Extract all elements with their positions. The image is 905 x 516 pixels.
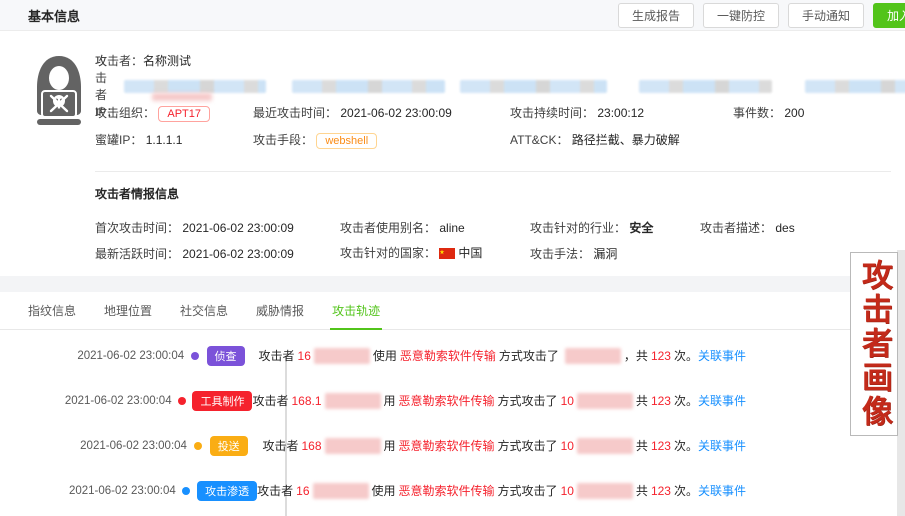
attack-phase-badge: 侦查 [207, 346, 245, 366]
redacted-ip [325, 438, 381, 454]
redacted-ip-segment [124, 80, 266, 93]
header-bar: 基本信息 生成报告 一键防控 手动通知 加入白名单 [0, 0, 905, 31]
related-events-link[interactable]: 关联事件 [698, 437, 746, 454]
event-description: 攻击者16使用 恶意勒索软件传输方式攻击了 10 共123次。 [257, 482, 698, 499]
attack-technique-value: 漏洞 [593, 247, 617, 261]
honeypot-ip-label: 蜜罐IP： [95, 133, 142, 147]
event-count-label: 事件数： [733, 106, 781, 120]
watermark-text: 攻击者画像 [857, 259, 891, 429]
china-flag-icon [439, 248, 455, 262]
event-description: 攻击者16使用 恶意勒索软件传输方式攻击了 ，共123次。 [259, 347, 698, 364]
event-timestamp: 2021-06-02 23:00:04 [0, 395, 172, 407]
last-active-time-label: 最新活跃时间： [95, 247, 179, 261]
redacted-target [565, 348, 621, 364]
attack-duration-value: 23:00:12 [597, 106, 644, 120]
tab-attack-trajectory[interactable]: 攻击轨迹 [330, 292, 382, 330]
event-timestamp: 2021-06-02 23:00:04 [0, 485, 176, 497]
redacted-target [577, 483, 633, 499]
redacted-target [577, 393, 633, 409]
right-edge-strip [897, 250, 905, 516]
attck-value: 路径拦截、暴力破解 [572, 133, 680, 147]
attacker-intel-section: 攻击者情报信息 首次攻击时间： 2021-06-02 23:00:09 攻击者使… [95, 171, 891, 266]
attack-phase-badge: 攻击渗透 [197, 481, 257, 501]
manual-notify-button[interactable]: 手动通知 [788, 3, 864, 28]
event-description: 攻击者168.1用 恶意勒索软件传输方式攻击了 10 共123次。 [252, 392, 698, 409]
attacker-ip-row: 攻击者IP： [95, 73, 905, 99]
webshell-tag: webshell [316, 133, 377, 149]
last-active-time-value: 2021-06-02 23:00:09 [182, 247, 293, 261]
apt-group-tag: APT17 [158, 106, 210, 122]
attack-trajectory-timeline: 2021-06-02 23:00:04 侦查 攻击者16使用 恶意勒索软件传输方… [0, 330, 905, 516]
intel-section-title: 攻击者情报信息 [95, 185, 891, 202]
attacker-portrait-watermark: 攻击者画像 [850, 252, 898, 436]
timeline-dot [178, 397, 186, 405]
tab-geo-location[interactable]: 地理位置 [102, 292, 154, 330]
attacker-desc-value: des [775, 221, 794, 235]
attack-stats-row: 攻击组织： APT17 最近攻击时间： 2021-06-02 23:00:09 … [95, 99, 905, 126]
redacted-ip [313, 483, 369, 499]
attacker-name-row: 攻击者： 名称测试 [95, 47, 905, 73]
redacted-ip-segment [292, 80, 445, 93]
timeline-event-row: 2021-06-02 23:00:04 投送 攻击者168用 恶意勒索软件传输方… [0, 423, 746, 468]
target-country-value: 中国 [458, 246, 482, 260]
timeline-dot [182, 487, 190, 495]
add-to-whitelist-button[interactable]: 加入白名单 [873, 3, 905, 28]
first-attack-time-value: 2021-06-02 23:00:09 [182, 221, 293, 235]
generate-report-button[interactable]: 生成报告 [618, 3, 694, 28]
attack-method-label: 攻击手段： [253, 133, 313, 147]
target-country-label: 攻击针对的国家： [340, 246, 436, 260]
attack-duration-label: 攻击持续时间： [510, 106, 594, 120]
target-industry-label: 攻击针对的行业： [530, 221, 626, 235]
alias-value: aline [439, 221, 464, 235]
timeline-event-row: 2021-06-02 23:00:04 工具制作 攻击者168.1用 恶意勒索软… [0, 378, 746, 423]
redacted-ip-segment [805, 80, 905, 93]
timeline-dot [194, 442, 202, 450]
detail-tabs: 指纹信息 地理位置 社交信息 威胁情报 攻击轨迹 [0, 292, 905, 330]
attack-technique-label: 攻击手法： [530, 247, 590, 261]
related-events-link[interactable]: 关联事件 [698, 482, 746, 499]
tab-social-info[interactable]: 社交信息 [178, 292, 230, 330]
event-timestamp: 2021-06-02 23:00:04 [0, 440, 187, 452]
attck-label: ATT&CK： [510, 133, 568, 147]
attacker-name-value: 名称测试 [143, 52, 191, 69]
honeypot-ip-value: 1.1.1.1 [146, 133, 183, 147]
attack-phase-badge: 投送 [210, 436, 248, 456]
timeline-event-row: 2021-06-02 23:00:04 侦查 攻击者16使用 恶意勒索软件传输方… [0, 333, 746, 378]
one-click-control-button[interactable]: 一键防控 [703, 3, 779, 28]
attacker-summary-section: 攻击者： 名称测试 攻击者IP： 攻击组织： APT17 最近攻击时间： 202… [0, 31, 905, 163]
recent-attack-time-value: 2021-06-02 23:00:09 [340, 106, 451, 120]
attack-phase-badge: 工具制作 [192, 391, 252, 411]
redacted-ip-segment [460, 80, 607, 93]
event-timestamp: 2021-06-02 23:00:04 [0, 350, 184, 362]
alias-label: 攻击者使用别名： [340, 221, 436, 235]
related-events-link[interactable]: 关联事件 [698, 347, 746, 364]
header-actions: 生成报告 一键防控 手动通知 加入白名单 [618, 3, 905, 28]
event-description: 攻击者168用 恶意勒索软件传输方式攻击了 10 共123次。 [262, 437, 698, 454]
attack-org-label: 攻击组织： [95, 106, 155, 120]
intel-row-2: 最新活跃时间： 2021-06-02 23:00:09 攻击针对的国家： 中国 … [95, 240, 891, 266]
redacted-ip-segment [639, 80, 772, 93]
attack-method-row: 蜜罐IP： 1.1.1.1 攻击手段： webshell ATT&CK： 路径拦… [95, 126, 905, 153]
timeline-dot [191, 352, 199, 360]
redacted-ip [314, 348, 370, 364]
hacker-avatar-icon [28, 53, 90, 135]
redacted-ip [325, 393, 381, 409]
attacker-profile-page: 基本信息 生成报告 一键防控 手动通知 加入白名单 攻击者： [0, 0, 905, 516]
redacted-ip-list [124, 80, 905, 93]
redacted-target [577, 438, 633, 454]
intel-row-1: 首次攻击时间： 2021-06-02 23:00:09 攻击者使用别名： ali… [95, 214, 891, 240]
redaction-smudge [152, 93, 212, 101]
page-title: 基本信息 [28, 6, 80, 25]
tab-fingerprint-info[interactable]: 指纹信息 [26, 292, 78, 330]
timeline-event-row: 2021-06-02 23:00:04 攻击渗透 攻击者16使用 恶意勒索软件传… [0, 468, 746, 513]
first-attack-time-label: 首次攻击时间： [95, 221, 179, 235]
tab-threat-intel[interactable]: 威胁情报 [254, 292, 306, 330]
related-events-link[interactable]: 关联事件 [698, 392, 746, 409]
event-count-value: 200 [784, 106, 804, 120]
target-industry-value: 安全 [629, 221, 653, 235]
attacker-desc-label: 攻击者描述： [700, 221, 772, 235]
section-divider-band [0, 276, 905, 292]
recent-attack-time-label: 最近攻击时间： [253, 106, 337, 120]
